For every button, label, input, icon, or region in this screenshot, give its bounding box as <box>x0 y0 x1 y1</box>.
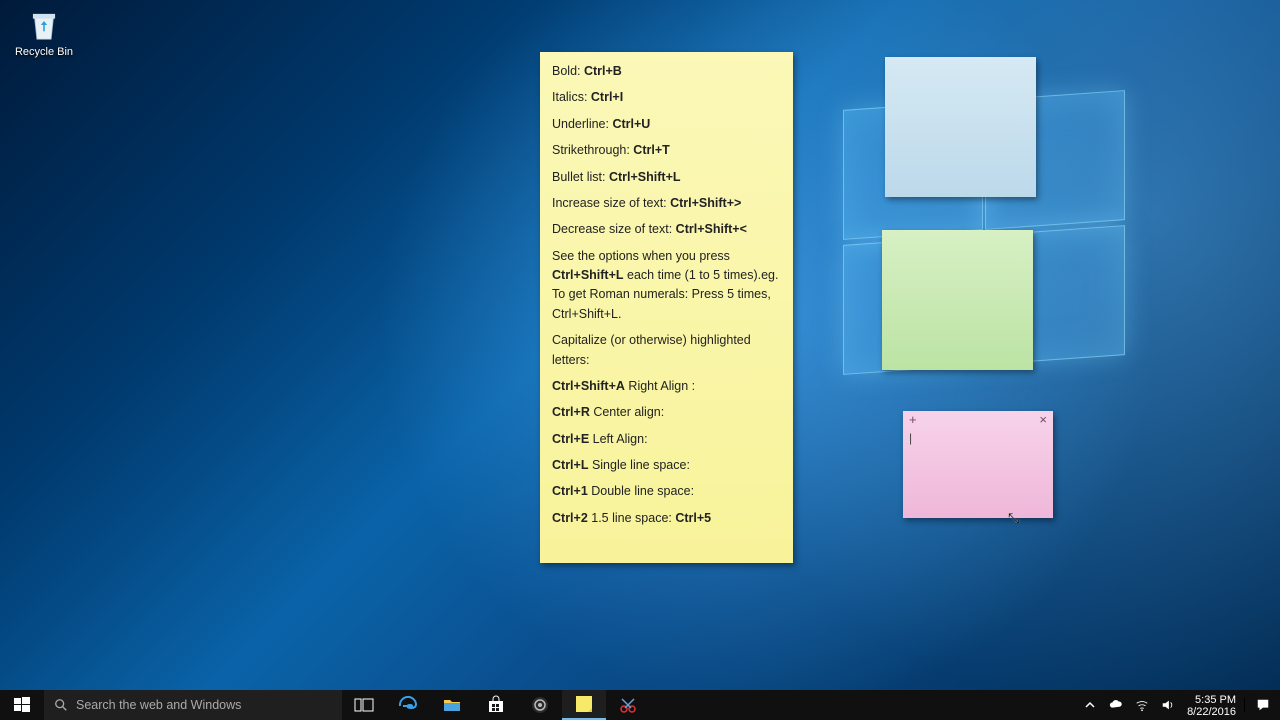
wifi-icon <box>1135 698 1149 712</box>
sticky-note-content[interactable]: Bold: Ctrl+BItalics: Ctrl+IUnderline: Ct… <box>540 52 793 545</box>
recycle-bin-icon <box>25 6 63 44</box>
search-placeholder: Search the web and Windows <box>76 698 241 712</box>
windows-logo-icon <box>14 697 30 713</box>
cloud-icon <box>1109 698 1123 712</box>
sticky-note-titlebar: + × <box>903 411 1053 427</box>
file-explorer-icon <box>442 695 462 715</box>
search-input[interactable]: Search the web and Windows <box>44 690 342 720</box>
snipping-tool-icon <box>618 695 638 715</box>
system-tray: 5:35 PM 8/22/2016 <box>1077 690 1280 720</box>
recycle-bin-label: Recycle Bin <box>15 46 73 58</box>
store-icon <box>486 695 506 715</box>
tray-onedrive-button[interactable] <box>1103 690 1129 720</box>
tray-volume-button[interactable] <box>1155 690 1181 720</box>
sticky-note-green[interactable] <box>882 230 1033 370</box>
sticky-note-yellow[interactable]: Bold: Ctrl+BItalics: Ctrl+IUnderline: Ct… <box>540 52 793 563</box>
speaker-icon <box>1161 698 1175 712</box>
sticky-note-caret[interactable]: | <box>903 427 1053 445</box>
delete-note-button[interactable]: × <box>1039 413 1047 426</box>
snipping-tool-button[interactable] <box>606 690 650 720</box>
recycle-bin[interactable]: Recycle Bin <box>6 6 82 58</box>
clock-time: 5:35 PM <box>1187 694 1236 706</box>
new-note-button[interactable]: + <box>909 413 917 426</box>
task-view-icon <box>354 695 374 715</box>
edge-button[interactable] <box>386 690 430 720</box>
sticky-notes-button[interactable] <box>562 690 606 720</box>
taskbar: Search the web and Windows <box>0 690 1280 720</box>
notification-icon <box>1256 698 1270 712</box>
clock-date: 8/22/2016 <box>1187 706 1236 718</box>
sticky-notes-icon <box>574 694 594 714</box>
desktop[interactable]: Recycle Bin Bold: Ctrl+BItalics: Ctrl+IU… <box>0 0 1280 720</box>
task-view-button[interactable] <box>342 690 386 720</box>
tray-network-button[interactable] <box>1129 690 1155 720</box>
obs-button[interactable] <box>518 690 562 720</box>
obs-studio-icon <box>530 695 550 715</box>
clock-button[interactable]: 5:35 PM 8/22/2016 <box>1181 692 1244 718</box>
sticky-note-pink[interactable]: + × | <box>903 411 1053 518</box>
store-button[interactable] <box>474 690 518 720</box>
start-button[interactable] <box>0 690 44 720</box>
taskbar-pinned-apps <box>342 690 650 720</box>
tray-overflow-button[interactable] <box>1077 690 1103 720</box>
edge-icon <box>398 695 418 715</box>
search-icon <box>54 698 68 712</box>
file-explorer-button[interactable] <box>430 690 474 720</box>
sticky-note-blue[interactable] <box>885 57 1036 197</box>
chevron-up-icon <box>1083 698 1097 712</box>
action-center-button[interactable] <box>1244 698 1280 712</box>
